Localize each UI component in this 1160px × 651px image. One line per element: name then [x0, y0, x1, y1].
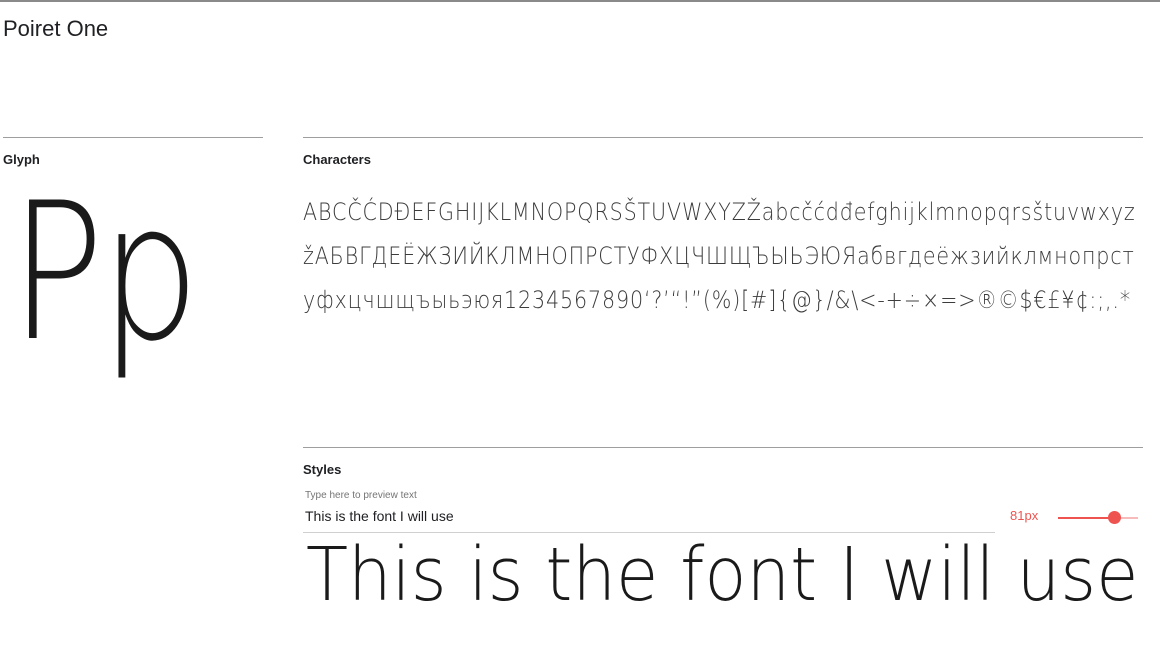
character-set: ABCČĆDĐEFGHIJKLMNOPQRSŠTUVWXYZŽabcčćdđef…: [303, 198, 1136, 314]
characters-section-label: Characters: [303, 152, 371, 167]
glyph-section-divider: [3, 137, 263, 138]
font-size-slider-fill: [1058, 517, 1114, 519]
top-divider: [0, 0, 1160, 2]
characters-section-divider: [303, 137, 1143, 138]
font-size-slider-thumb[interactable]: [1108, 511, 1121, 524]
font-preview-text: This is the font I will use: [306, 532, 1139, 618]
glyph-preview: Pp: [10, 162, 200, 383]
styles-section-divider: [303, 447, 1143, 448]
font-size-readout: 81px: [1010, 508, 1039, 523]
font-family-title: Poiret One: [3, 16, 109, 41]
preview-input-hint: Type here to preview text: [305, 490, 417, 501]
font-size-slider[interactable]: [1058, 508, 1140, 528]
preview-text-input[interactable]: [303, 506, 997, 526]
preview-text-field[interactable]: Type here to preview text: [303, 490, 997, 533]
styles-section-label: Styles: [303, 462, 342, 477]
